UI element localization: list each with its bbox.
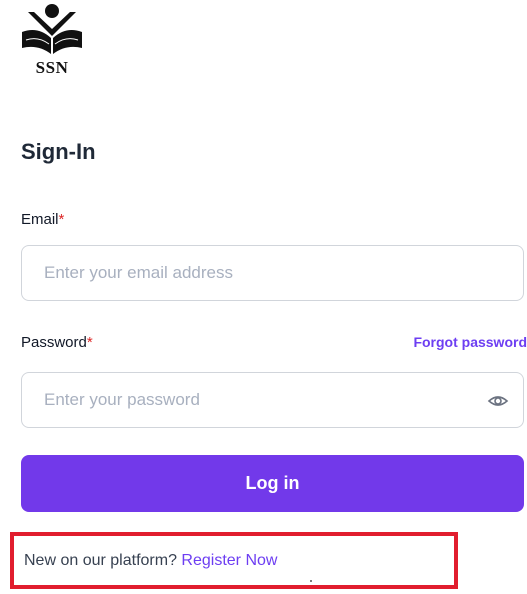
logo-text: SSN — [35, 58, 69, 77]
register-now-link[interactable]: Register Now — [181, 552, 277, 569]
email-field[interactable]: Enter your email address — [21, 245, 524, 301]
email-placeholder: Enter your email address — [44, 263, 233, 282]
login-button[interactable]: Log in — [21, 455, 524, 512]
email-label-text: Email — [21, 211, 59, 228]
password-field[interactable]: Enter your password — [21, 372, 524, 428]
forgot-password-link[interactable]: Forgot password — [413, 334, 527, 350]
email-label: Email* — [21, 211, 64, 228]
register-prompt: New on our platform? Register Now — [24, 552, 277, 570]
password-required-mark: * — [86, 334, 93, 351]
password-label: Password* — [21, 334, 93, 351]
register-prompt-text: New on our platform? — [24, 552, 177, 569]
book-person-logo-icon — [22, 4, 82, 54]
password-placeholder: Enter your password — [44, 390, 200, 409]
password-label-text: Password — [21, 334, 87, 351]
stray-dot — [310, 580, 312, 582]
ssn-logo: SSN — [20, 2, 84, 80]
email-required-mark: * — [58, 211, 65, 228]
page-title: Sign-In — [21, 139, 96, 164]
eye-icon[interactable] — [487, 391, 509, 411]
